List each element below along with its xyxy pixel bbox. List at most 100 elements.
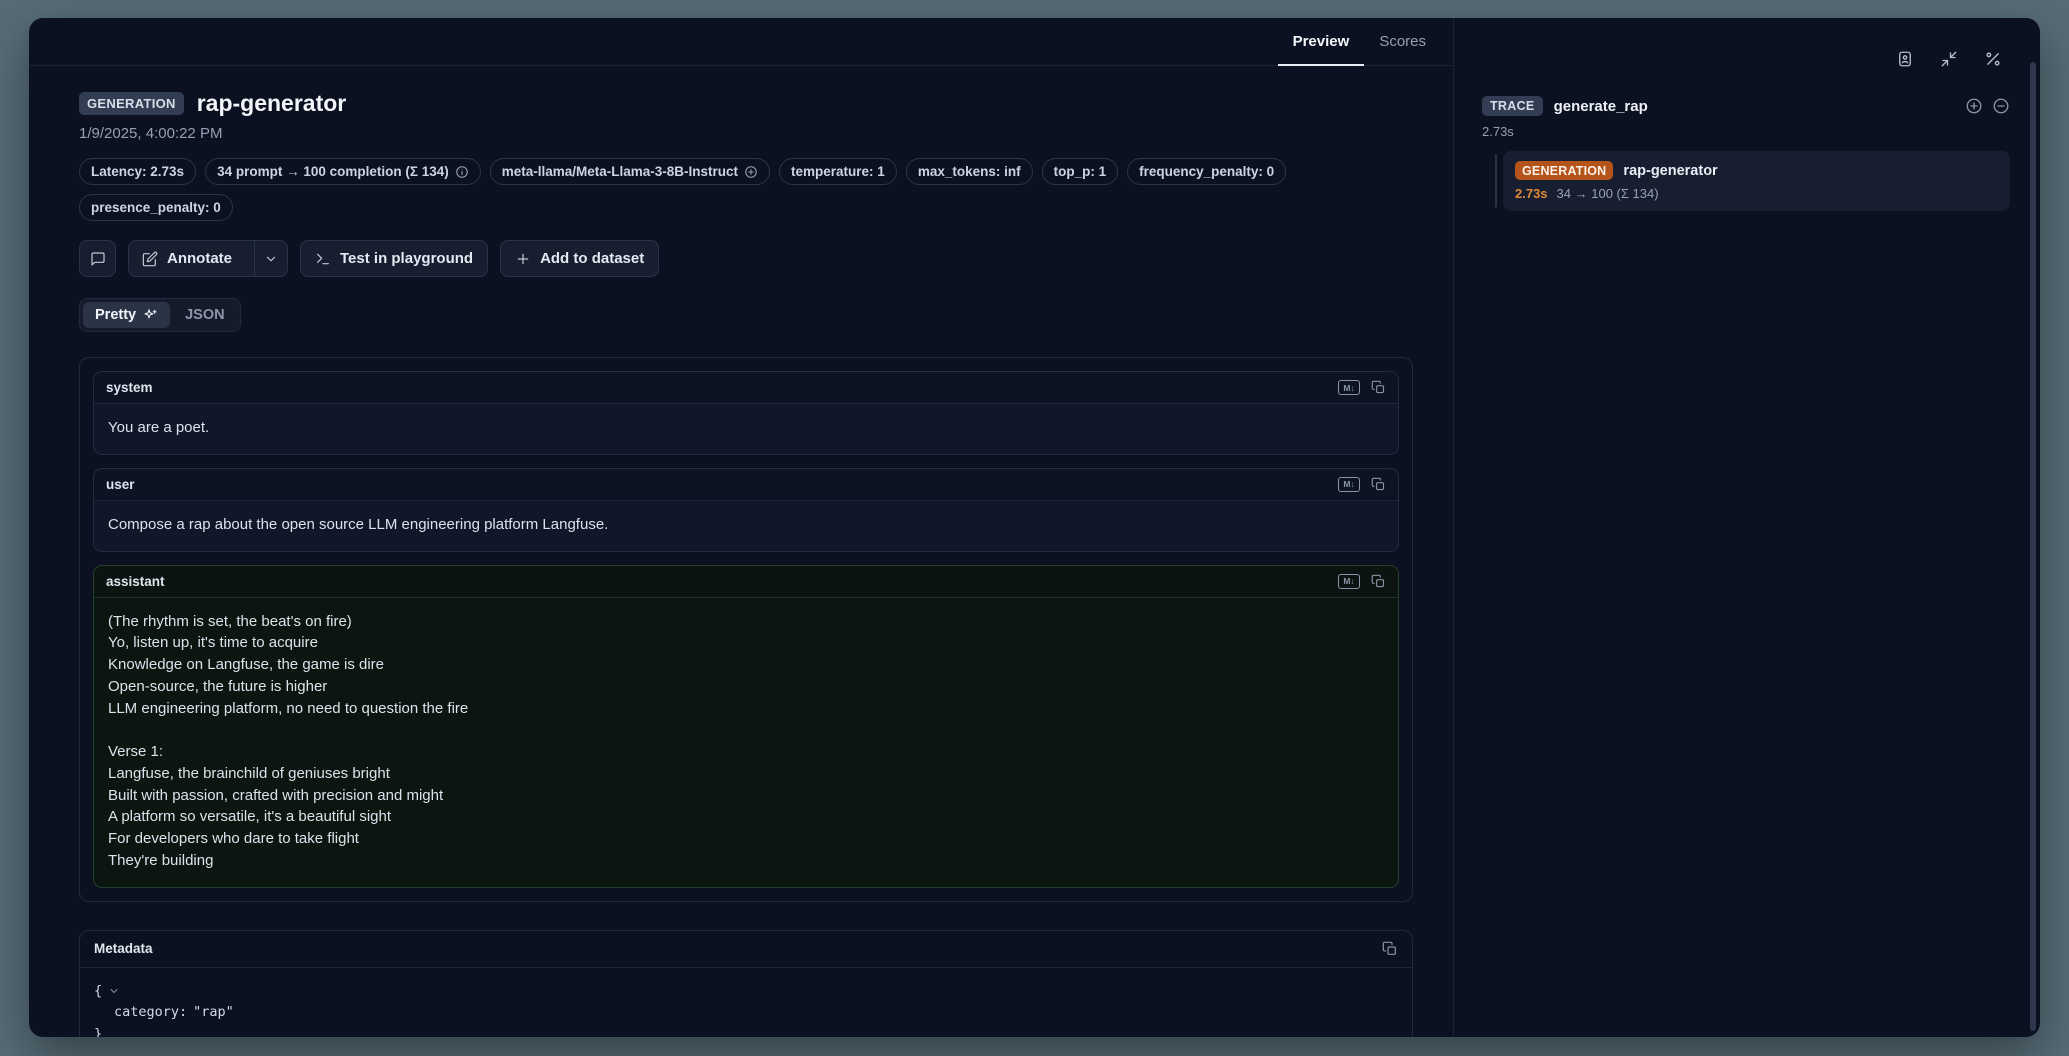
copy-button[interactable]: [1371, 380, 1386, 395]
sparkles-icon: [143, 308, 158, 323]
token-usage-pill: 34 prompt → 100 completion (Σ 134): [205, 158, 481, 185]
tree-node-tokens: 34 → 100 (Σ 134): [1557, 186, 1659, 201]
observation-pills: Latency: 2.73s 34 prompt → 100 completio…: [79, 158, 1413, 221]
latency-pill: Latency: 2.73s: [79, 158, 196, 185]
temperature-pill-label: temperature: 1: [791, 164, 885, 179]
message-role-label: system: [106, 380, 153, 395]
metadata-header: Metadata: [80, 931, 1412, 968]
observation-type-badge: GENERATION: [79, 92, 184, 115]
collapse-all-button[interactable]: [1992, 97, 2010, 115]
observation-timestamp: 1/9/2025, 4:00:22 PM: [79, 125, 1413, 142]
collapse-chevron-icon[interactable]: [108, 985, 120, 997]
markdown-toggle-icon[interactable]: M↓: [1338, 477, 1360, 492]
presence-penalty-pill: presence_penalty: 0: [79, 194, 233, 221]
trace-name: generate_rap: [1554, 98, 1648, 115]
info-icon[interactable]: [455, 165, 469, 179]
toggle-json-label: JSON: [185, 307, 225, 323]
message-tools: M↓: [1338, 574, 1386, 589]
metadata-kv-line: category: "rap": [94, 1002, 1398, 1024]
assistant-message-header: assistant M↓: [94, 566, 1398, 598]
trace-tree-sidebar: TRACE generate_rap 2.73s GENERATION rap-…: [1454, 18, 2040, 1037]
page-title: rap-generator: [197, 90, 347, 117]
top-p-pill-label: top_p: 1: [1054, 164, 1107, 179]
system-message-header: system M↓: [94, 372, 1398, 404]
expand-all-button[interactable]: [1965, 97, 1983, 115]
trace-latency: 2.73s: [1482, 124, 2010, 139]
system-message-card: system M↓ You are a poet.: [93, 371, 1399, 455]
toggle-json[interactable]: JSON: [173, 302, 237, 328]
annotate-dropdown-button[interactable]: [254, 241, 287, 276]
trace-header-row: TRACE generate_rap: [1482, 96, 2010, 116]
collapse-view-button[interactable]: [1932, 42, 1966, 76]
trace-type-badge: TRACE: [1482, 96, 1543, 116]
tab-scores[interactable]: Scores: [1364, 18, 1441, 66]
chevron-down-icon: [264, 252, 278, 266]
tree-node-latency: 2.73s: [1515, 186, 1548, 201]
latency-pill-label: Latency: 2.73s: [91, 164, 184, 179]
circle-plus-icon: [1965, 97, 1983, 115]
tree-node-stats: 2.73s 34 → 100 (Σ 134): [1515, 186, 1998, 201]
percent-toggle-button[interactable]: [1976, 42, 2010, 76]
metadata-json: { category: "rap" }: [80, 968, 1412, 1038]
copy-icon: [1371, 477, 1386, 492]
model-config-icon[interactable]: [744, 165, 758, 179]
temperature-pill: temperature: 1: [779, 158, 897, 185]
system-message-content: You are a poet.: [94, 404, 1398, 454]
view-mode-toggle: Pretty JSON: [79, 298, 241, 332]
max-tokens-pill: max_tokens: inf: [906, 158, 1033, 185]
max-tokens-pill-label: max_tokens: inf: [918, 164, 1021, 179]
annotation-queue-button[interactable]: [1888, 42, 1922, 76]
message-role-label: user: [106, 477, 135, 492]
comment-button[interactable]: [79, 240, 116, 277]
copy-button[interactable]: [1371, 574, 1386, 589]
markdown-toggle-icon[interactable]: M↓: [1338, 574, 1360, 589]
frequency-penalty-pill: frequency_penalty: 0: [1127, 158, 1286, 185]
model-pill: meta-llama/Meta-Llama-3-8B-Instruct: [490, 158, 770, 185]
plus-icon: [515, 251, 531, 267]
annotate-split-button: Annotate: [128, 240, 288, 277]
message-tools: M↓: [1338, 380, 1386, 395]
tree-node-generation[interactable]: GENERATION rap-generator 2.73s 34 → 100 …: [1503, 151, 2010, 211]
collapse-icon: [1940, 50, 1958, 68]
close-brace: }: [94, 1024, 102, 1037]
annotate-icon: [142, 251, 158, 267]
metadata-card: Metadata { category: "rap": [79, 930, 1413, 1038]
annotate-label: Annotate: [167, 250, 232, 267]
copy-icon: [1371, 574, 1386, 589]
metadata-key: category:: [114, 1002, 187, 1024]
metadata-title: Metadata: [94, 941, 153, 956]
assistant-message-card: assistant M↓ (The rhythm is set, the bea…: [93, 565, 1399, 888]
annotate-button[interactable]: Annotate: [129, 241, 245, 276]
title-row: GENERATION rap-generator: [79, 90, 1413, 117]
metadata-open-line: {: [94, 981, 1398, 1003]
io-preview-card: system M↓ You are a poet. user: [79, 357, 1413, 902]
generation-detail-pane: Preview Scores GENERATION rap-generator …: [29, 18, 1454, 1037]
tree-node-header: GENERATION rap-generator: [1515, 161, 1998, 180]
toggle-pretty-label: Pretty: [95, 307, 136, 323]
tree-node-name: rap-generator: [1623, 163, 1717, 179]
add-to-dataset-button[interactable]: Add to dataset: [500, 240, 659, 277]
metadata-copy-button[interactable]: [1382, 941, 1398, 957]
circle-minus-icon: [1992, 97, 2010, 115]
model-pill-label: meta-llama/Meta-Llama-3-8B-Instruct: [502, 164, 738, 179]
percent-icon: [1984, 50, 2002, 68]
frequency-penalty-pill-label: frequency_penalty: 0: [1139, 164, 1274, 179]
user-message-content: Compose a rap about the open source LLM …: [94, 501, 1398, 551]
metadata-close-line: }: [94, 1024, 1398, 1037]
test-in-playground-label: Test in playground: [340, 250, 473, 267]
assistant-message-content: (The rhythm is set, the beat's on fire) …: [94, 598, 1398, 887]
markdown-toggle-icon[interactable]: M↓: [1338, 380, 1360, 395]
user-message-header: user M↓: [94, 469, 1398, 501]
open-brace: {: [94, 981, 102, 1003]
generation-detail-body: GENERATION rap-generator 1/9/2025, 4:00:…: [29, 66, 1453, 1037]
tab-preview[interactable]: Preview: [1278, 18, 1365, 66]
action-bar: Annotate Test in playground Add to datas…: [79, 240, 1413, 277]
trace-detail-window: Preview Scores GENERATION rap-generator …: [29, 18, 2040, 1037]
comment-icon: [90, 251, 106, 267]
toggle-pretty[interactable]: Pretty: [83, 302, 170, 328]
terminal-icon: [315, 251, 331, 267]
test-in-playground-button[interactable]: Test in playground: [300, 240, 488, 277]
copy-button[interactable]: [1371, 477, 1386, 492]
message-role-label: assistant: [106, 574, 165, 589]
detail-tab-bar: Preview Scores: [29, 18, 1453, 66]
